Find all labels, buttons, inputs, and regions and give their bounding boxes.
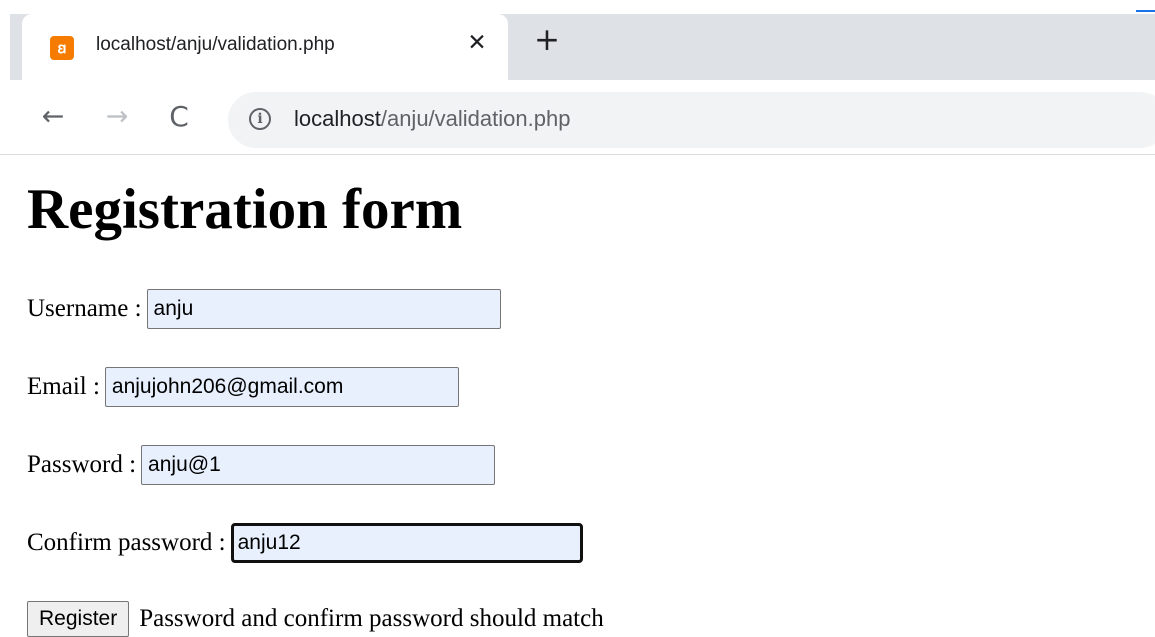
reload-icon[interactable]: C xyxy=(162,100,196,134)
username-row: Username : xyxy=(27,289,501,329)
address-bar[interactable]: i localhost/anju/validation.php xyxy=(228,92,1155,148)
browser-tabstrip: ꞛ localhost/anju/validation.php ✕ + xyxy=(0,0,1155,82)
password-row: Password : xyxy=(27,445,496,485)
password-label: Password : xyxy=(27,451,137,478)
xampp-favicon-icon: ꞛ xyxy=(50,36,74,60)
url-host: localhost xyxy=(294,106,381,131)
plus-icon[interactable]: + xyxy=(532,25,562,56)
url-path: /anju/validation.php xyxy=(380,106,571,131)
page-content: Registration form Username : Email : Pas… xyxy=(0,155,1155,637)
register-button[interactable]: Register xyxy=(27,601,130,637)
email-label: Email : xyxy=(27,373,100,400)
confirm-password-input[interactable] xyxy=(230,523,583,563)
validation-error-message: Password and confirm password should mat… xyxy=(139,605,604,632)
close-icon[interactable]: ✕ xyxy=(462,28,492,58)
url-text[interactable]: localhost/anju/validation.php xyxy=(294,106,570,132)
info-icon[interactable]: i xyxy=(249,108,271,130)
confirm-password-label: Confirm password : xyxy=(27,529,226,556)
tab-title: localhost/anju/validation.php xyxy=(96,34,335,55)
active-tab[interactable]: ꞛ localhost/anju/validation.php ✕ xyxy=(22,14,508,82)
username-input[interactable] xyxy=(146,289,501,329)
password-input[interactable] xyxy=(141,445,496,485)
window-accent xyxy=(1136,10,1155,12)
back-arrow-icon[interactable]: ← xyxy=(36,100,70,134)
username-label: Username : xyxy=(27,295,142,322)
confirm-password-row: Confirm password : xyxy=(27,523,583,563)
email-row: Email : xyxy=(27,367,459,407)
page-title: Registration form xyxy=(27,178,463,241)
forward-arrow-icon[interactable]: → xyxy=(100,100,134,134)
submit-row: Register Password and confirm password s… xyxy=(27,599,604,637)
email-input[interactable] xyxy=(104,367,459,407)
browser-toolbar: ← → C i localhost/anju/validation.php xyxy=(0,80,1155,155)
